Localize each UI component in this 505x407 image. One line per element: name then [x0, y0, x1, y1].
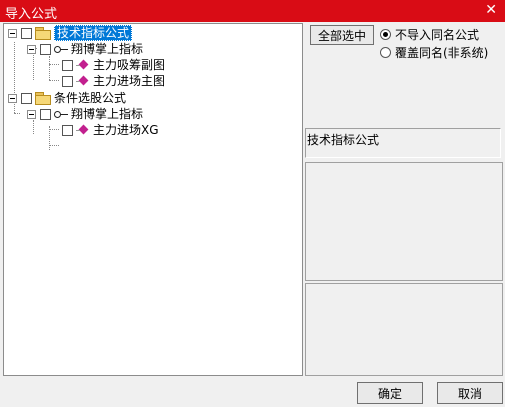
- collapse-toggle-icon[interactable]: [27, 109, 36, 119]
- radio-skip-duplicates[interactable]: 不导入同名公式: [380, 26, 479, 43]
- radio-label: 覆盖同名(非系统): [395, 46, 489, 60]
- radio-button[interactable]: [380, 29, 391, 40]
- formula-description-panel[interactable]: [305, 162, 503, 281]
- folder-icon: [35, 92, 51, 105]
- radio-button[interactable]: [380, 47, 391, 58]
- tree-connector: [49, 80, 59, 81]
- ok-button[interactable]: 确定: [357, 382, 423, 404]
- tree-connector: [49, 64, 59, 65]
- tree-node-condition[interactable]: 条件选股公式: [8, 90, 126, 106]
- node-checkbox[interactable]: [40, 43, 51, 55]
- node-checkbox[interactable]: [40, 108, 51, 120]
- node-checkbox[interactable]: [62, 75, 73, 87]
- collapse-toggle-icon[interactable]: [27, 44, 36, 54]
- tree-node-label[interactable]: 条件选股公式: [54, 91, 126, 105]
- tree-node-label[interactable]: 翔博掌上指标: [71, 107, 143, 121]
- tree-node-label[interactable]: 技术指标公式: [54, 25, 133, 41]
- tree-connector: [14, 113, 20, 114]
- tree-connector: [49, 56, 50, 80]
- formula-tree: 技术指标公式 翔博掌上指标 主力吸筹副图 主力进场主图 条件选股公式 翔博掌上指…: [3, 23, 303, 376]
- formula-type-field: 技术指标公式: [305, 128, 501, 158]
- radio-overwrite-duplicates[interactable]: 覆盖同名(非系统): [380, 44, 488, 61]
- key-icon: [54, 109, 68, 119]
- tree-leaf-label[interactable]: 主力吸筹副图: [93, 58, 165, 72]
- node-checkbox[interactable]: [62, 124, 73, 136]
- tree-leaf-label[interactable]: 主力进场主图: [93, 74, 165, 88]
- tree-leaf-label[interactable]: 主力进场XG: [93, 123, 159, 137]
- tree-leaf-3[interactable]: 主力进场XG: [62, 122, 159, 138]
- formula-icon: [76, 75, 90, 87]
- collapse-toggle-icon[interactable]: [8, 28, 17, 38]
- formula-detail-panel[interactable]: [305, 283, 503, 376]
- tree-node-xiangbo-1[interactable]: 翔博掌上指标: [27, 41, 143, 57]
- folder-icon: [35, 27, 51, 40]
- tree-node-label[interactable]: 翔博掌上指标: [71, 42, 143, 56]
- node-checkbox[interactable]: [21, 92, 32, 104]
- tree-leaf-1[interactable]: 主力吸筹副图: [62, 57, 165, 73]
- close-icon[interactable]: ✕: [485, 2, 497, 18]
- tree-node-technical[interactable]: 技术指标公式: [8, 25, 133, 41]
- cancel-button[interactable]: 取消: [437, 382, 503, 404]
- tree-connector: [49, 129, 59, 130]
- formula-icon: [76, 59, 90, 71]
- title-bar[interactable]: 导入公式 ✕: [0, 0, 505, 22]
- radio-label: 不导入同名公式: [395, 28, 480, 42]
- tree-connector: [49, 145, 59, 146]
- collapse-toggle-icon[interactable]: [8, 93, 17, 103]
- tree-leaf-2[interactable]: 主力进场主图: [62, 73, 165, 89]
- formula-icon: [76, 124, 90, 136]
- select-all-button[interactable]: 全部选中: [310, 25, 374, 45]
- node-checkbox[interactable]: [21, 27, 32, 39]
- key-icon: [54, 44, 68, 54]
- window-title: 导入公式: [5, 7, 58, 22]
- node-checkbox[interactable]: [62, 59, 73, 71]
- import-formula-dialog: 导入公式 ✕ 技术指标公式 翔博掌上指标 主力吸筹副图 主力进场主图 条件选股公…: [0, 0, 505, 407]
- tree-connector: [33, 120, 34, 134]
- tree-node-xiangbo-2[interactable]: 翔博掌上指标: [27, 106, 143, 122]
